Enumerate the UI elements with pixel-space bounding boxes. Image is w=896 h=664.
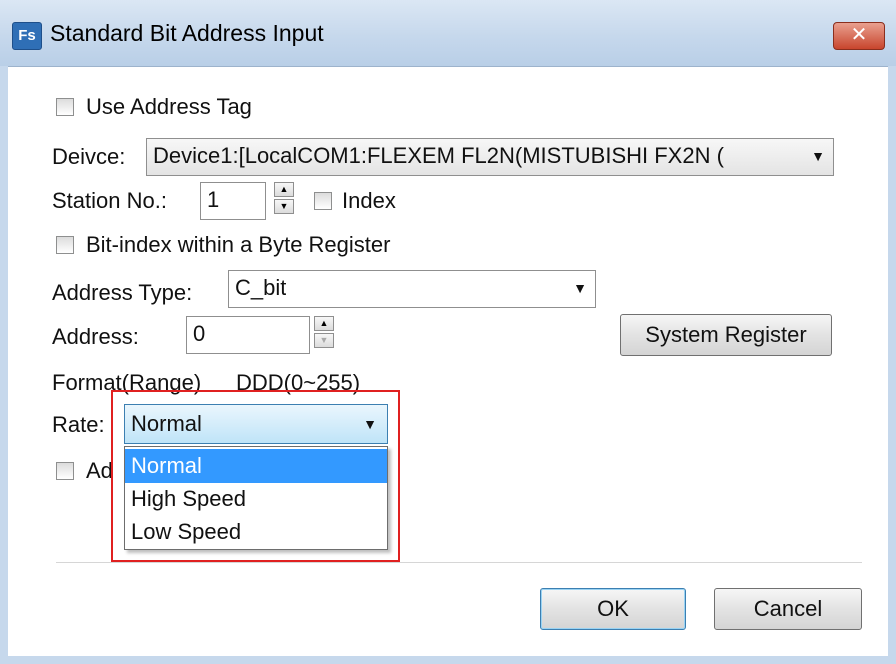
address-type-value: C_bit <box>235 275 287 300</box>
rate-label: Rate: <box>52 412 105 437</box>
arrow-up-icon: ▲ <box>319 318 329 328</box>
chevron-down-icon: ▼ <box>573 280 587 296</box>
address-input[interactable]: 0 <box>186 316 310 354</box>
window-title: Standard Bit Address Input <box>50 20 324 46</box>
partial-option-checkbox[interactable] <box>56 462 74 480</box>
window-frame-bottom <box>0 656 896 664</box>
close-icon: ✕ <box>850 24 868 46</box>
index-checkbox[interactable] <box>314 192 332 210</box>
device-select-value: Device1:[LocalCOM1:FLEXEM FL2N(MISTUBISH… <box>153 143 724 168</box>
window-frame-left <box>0 66 8 664</box>
app-icon: Fs <box>12 22 42 50</box>
station-up-button[interactable]: ▲ <box>274 182 294 197</box>
address-up-button[interactable]: ▲ <box>314 316 334 331</box>
station-input[interactable]: 1 <box>200 182 266 220</box>
close-button[interactable]: ✕ <box>833 22 885 50</box>
cancel-button[interactable]: Cancel <box>714 588 862 630</box>
index-label: Index <box>342 188 396 213</box>
address-down-button[interactable]: ▼ <box>314 333 334 348</box>
address-input-value: 0 <box>193 321 206 346</box>
arrow-down-icon: ▼ <box>319 335 329 345</box>
divider <box>56 562 862 563</box>
highlight-box <box>111 390 400 562</box>
ok-button[interactable]: OK <box>540 588 686 630</box>
bit-index-label: Bit-index within a Byte Register <box>86 232 391 257</box>
address-label: Address: <box>52 324 139 349</box>
system-register-button[interactable]: System Register <box>620 314 832 356</box>
station-input-value: 1 <box>207 187 220 212</box>
address-type-select[interactable]: C_bit ▼ <box>228 270 596 308</box>
device-label: Deivce: <box>52 144 126 169</box>
device-select[interactable]: Device1:[LocalCOM1:FLEXEM FL2N(MISTUBISH… <box>146 138 834 176</box>
arrow-up-icon: ▲ <box>279 184 289 194</box>
station-label: Station No.: <box>52 188 167 213</box>
window-frame-right <box>888 66 896 664</box>
use-address-tag-label: Use Address Tag <box>86 94 252 119</box>
bit-index-checkbox[interactable] <box>56 236 74 254</box>
station-down-button[interactable]: ▼ <box>274 199 294 214</box>
address-type-label: Address Type: <box>52 280 193 305</box>
chevron-down-icon: ▼ <box>811 148 825 164</box>
arrow-down-icon: ▼ <box>279 201 289 211</box>
use-address-tag-checkbox[interactable] <box>56 98 74 116</box>
